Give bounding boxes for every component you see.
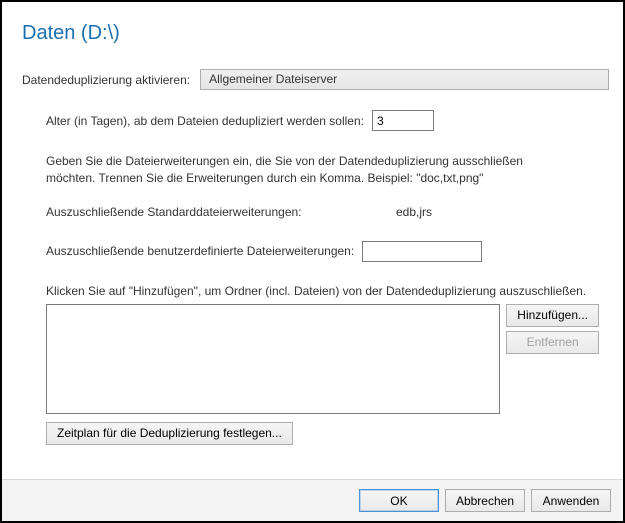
exclude-folders-listbox[interactable]	[46, 304, 500, 414]
dialog-footer: OK Abbrechen Anwenden	[2, 479, 623, 521]
std-ext-label: Auszuschließende Standarddateierweiterun…	[46, 205, 396, 219]
apply-button[interactable]: Anwenden	[531, 489, 611, 512]
add-button[interactable]: Hinzufügen...	[506, 304, 599, 327]
user-ext-label: Auszuschließende benutzerdefinierte Date…	[46, 244, 354, 258]
activate-label: Datendeduplizierung aktivieren:	[22, 73, 190, 87]
dedup-mode-select[interactable]: Allgemeiner Dateiserver	[200, 69, 609, 90]
remove-button: Entfernen	[506, 331, 599, 354]
ok-button[interactable]: OK	[359, 489, 439, 512]
exclude-help-text: Klicken Sie auf "Hinzufügen", um Ordner …	[46, 284, 599, 298]
extensions-help-text: Geben Sie die Dateierweiterungen ein, di…	[46, 153, 566, 187]
schedule-button[interactable]: Zeitplan für die Deduplizierung festlege…	[46, 422, 293, 445]
age-input[interactable]	[372, 110, 434, 131]
dedup-mode-value: Allgemeiner Dateiserver	[209, 72, 337, 86]
age-label: Alter (in Tagen), ab dem Dateien dedupli…	[46, 114, 364, 128]
std-ext-value: edb,jrs	[396, 205, 432, 219]
page-title: Daten (D:\)	[22, 22, 609, 45]
cancel-button[interactable]: Abbrechen	[445, 489, 525, 512]
user-ext-input[interactable]	[362, 241, 482, 262]
